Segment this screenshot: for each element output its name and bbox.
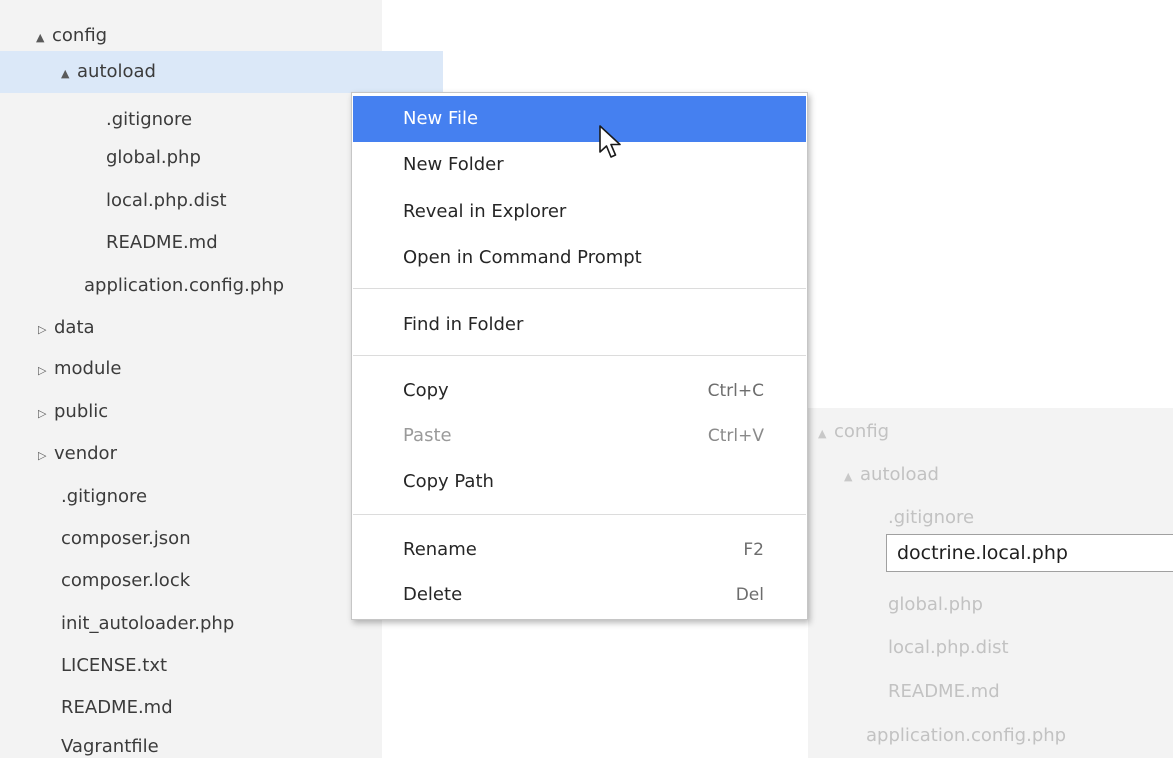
menu-item-label: Delete [403,584,463,605]
chevron-down-icon[interactable]: ▲ [844,455,860,499]
tree-file-license-txt[interactable]: LICENSE.txt [0,645,443,687]
context-menu: New File New Folder Reveal in Explorer O… [351,92,808,620]
menu-item-label: Paste [403,425,452,446]
tree-item-label: config [834,421,890,442]
shortcut-label: F2 [743,540,764,560]
tree-item-label: public [54,401,109,422]
tree-item-label: global.php [106,147,201,168]
menu-item-copy[interactable]: Copy Ctrl+C [353,368,806,414]
tree-item-label: application.config.php [84,275,285,296]
menu-item-label: New Folder [403,154,504,175]
chevron-right-icon[interactable]: ▷ [38,309,54,351]
menu-item-new-file[interactable]: New File [353,96,806,142]
menu-item-new-folder[interactable]: New Folder [353,142,806,188]
tree-item-label: .gitignore [106,109,193,130]
tree-item-label: composer.lock [61,570,191,591]
menu-item-label: Open in Command Prompt [403,247,642,268]
menu-item-delete[interactable]: Delete Del [353,572,806,618]
tree-folder-autoload[interactable]: ▲ autoload [808,453,1173,497]
tree-item-label: init_autoloader.php [61,613,235,634]
tree-folder-config[interactable]: ▲ config [808,410,1173,454]
menu-item-label: Copy [403,380,449,401]
chevron-down-icon[interactable]: ▲ [818,412,834,456]
menu-item-reveal-in-explorer[interactable]: Reveal in Explorer [353,189,806,235]
tree-item-label: LICENSE.txt [61,655,168,676]
menu-item-label: New File [403,108,479,129]
explorer-new-file-preview: ▲config ▲autoload .gitignore global.php … [808,408,1173,758]
menu-item-paste[interactable]: Paste Ctrl+V [353,413,806,459]
menu-item-label: Reveal in Explorer [403,201,567,222]
tree-file-local-php-dist[interactable]: local.php.dist [808,626,1173,670]
tree-folder-autoload[interactable]: ▲ autoload [0,51,443,93]
tree-item-label: Vagrantfile [61,736,159,757]
tree-item-label: application.config.php [866,725,1067,746]
tree-file-application-config-php[interactable]: application.config.php [808,714,1173,758]
tree-file-readme-md[interactable]: README.md [808,670,1173,714]
menu-item-rename[interactable]: Rename F2 [353,527,806,573]
tree-item-label: local.php.dist [888,637,1009,658]
tree-item-label: README.md [106,232,218,253]
menu-item-label: Rename [403,539,477,560]
tree-item-label: global.php [888,594,983,615]
tree-item-label: autoload [860,464,939,485]
menu-item-label: Copy Path [403,471,494,492]
tree-item-label: data [54,317,95,338]
file-explorer: ▲ config ▲ autoload .gitignore global.php … [0,0,443,758]
tree-item-label: config [52,25,108,46]
shortcut-label: Del [735,585,764,605]
menu-item-open-in-command-prompt[interactable]: Open in Command Prompt [353,235,806,281]
tree-item-label: autoload [77,61,156,82]
shortcut-label: Ctrl+V [707,426,764,446]
shortcut-label: Ctrl+C [707,381,764,401]
menu-separator [353,288,806,289]
menu-item-copy-path[interactable]: Copy Path [353,459,806,505]
tree-item-label: README.md [888,681,1000,702]
tree-item-label: module [54,358,122,379]
chevron-right-icon[interactable]: ▷ [38,435,54,477]
tree-file-readme-md-root[interactable]: README.md [0,687,443,729]
tree-item-label: README.md [61,697,173,718]
tree-item-label: local.php.dist [106,190,227,211]
chevron-right-icon[interactable]: ▷ [38,350,54,392]
tree-item-label: .gitignore [61,486,148,507]
chevron-down-icon[interactable]: ▲ [61,53,77,95]
new-file-name-input[interactable] [886,534,1173,572]
tree-item-label: .gitignore [888,507,975,528]
mouse-cursor-icon [599,125,621,158]
menu-item-find-in-folder[interactable]: Find in Folder [353,302,806,348]
tree-file-vagrantfile[interactable]: Vagrantfile [0,726,443,768]
menu-separator [353,355,806,356]
chevron-right-icon[interactable]: ▷ [38,393,54,435]
tree-item-label: vendor [54,443,117,464]
tree-file-global-php[interactable]: global.php [808,583,1173,627]
menu-separator [353,514,806,515]
menu-item-label: Find in Folder [403,314,524,335]
tree-item-label: composer.json [61,528,191,549]
